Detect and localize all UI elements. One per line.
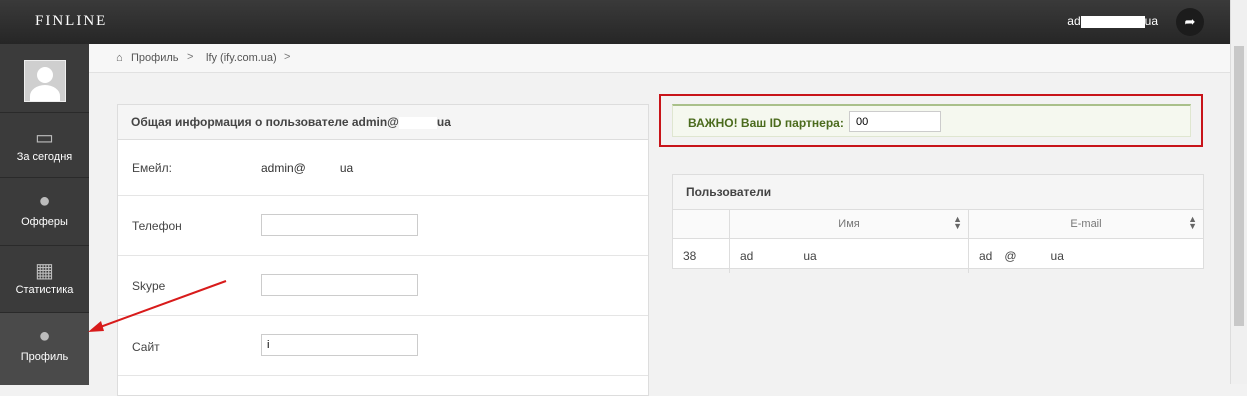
table-row[interactable]: 38 ad ua ad @ ua — [673, 238, 1204, 274]
email-suffix: ua — [339, 161, 354, 175]
redaction — [1080, 15, 1145, 28]
users-panel-title: Пользователи — [673, 175, 1203, 210]
sidebar-item-label: Статистика — [15, 284, 74, 296]
partner-id-notice: ВАЖНО! Ваш ID партнера: — [672, 104, 1191, 137]
skype-label: Skype — [132, 279, 166, 293]
user-menu[interactable]: ad ua — [1067, 14, 1158, 28]
breadcrumb-separator: > — [284, 51, 291, 63]
redaction — [753, 250, 804, 263]
sidebar-item-label: Офферы — [21, 216, 68, 228]
cell-name: ad ua — [729, 238, 969, 273]
user-email-suffix: ua — [1144, 14, 1158, 28]
column-header-name-label: Имя — [838, 218, 860, 230]
skype-input[interactable] — [261, 274, 418, 296]
email-prefix: admin@ — [261, 161, 306, 175]
breadcrumb-current[interactable]: lfy (ify.com.ua) — [206, 52, 277, 64]
column-header-id[interactable] — [673, 210, 730, 239]
site-input[interactable] — [261, 334, 418, 356]
profile-panel: Общая информация о пользователе admin@ ua… — [117, 104, 649, 396]
partner-id-field[interactable] — [849, 111, 941, 132]
sidebar-item-profile[interactable]: ● Профиль — [0, 312, 89, 385]
avatar-shoulders — [30, 85, 60, 101]
site-row: Сайт — [118, 315, 648, 376]
user-email-prefix: ad — [1067, 14, 1081, 28]
breadcrumb-profile[interactable]: Профиль — [131, 52, 179, 64]
email-prefix: ad — [979, 249, 993, 263]
scrollbar-thumb[interactable] — [1234, 46, 1244, 326]
share-arrow-icon[interactable]: ➦ — [1176, 8, 1204, 36]
next-row — [118, 375, 648, 396]
profile-panel-title: Общая информация о пользователе admin@ ua — [118, 105, 648, 140]
highlight-frame: ВАЖНО! Ваш ID партнера: — [659, 94, 1203, 147]
home-icon[interactable]: ⌂ — [116, 52, 123, 64]
column-header-email[interactable]: E-mail ▲ ▼ — [968, 210, 1203, 239]
name-prefix: ad — [740, 249, 754, 263]
sort-icon[interactable]: ▲ ▼ — [1188, 215, 1197, 231]
phone-input[interactable] — [261, 214, 418, 236]
phone-row: Телефон — [118, 195, 648, 256]
email-label: Емейл: — [132, 161, 172, 175]
cell-id: 38 — [673, 238, 730, 273]
top-bar: FINLINE ad ua ➦ — [0, 0, 1230, 44]
users-panel: Пользователи Имя ▲ ▼ E-mail ▲ ▼ 38 ad ua ad @ u… — [672, 174, 1204, 273]
redaction — [992, 250, 1005, 263]
sidebar-item-stats[interactable]: ▦ Статистика — [0, 245, 89, 310]
sidebar-item-today[interactable]: ▭ За сегодня — [0, 112, 89, 177]
email-row: Емейл: admin@ ua — [118, 140, 648, 195]
lightbulb-icon: ● — [38, 190, 51, 212]
sidebar-item-label: За сегодня — [16, 151, 73, 163]
bar-chart-icon: ▦ — [35, 260, 54, 282]
name-suffix: ua — [803, 249, 817, 263]
monitor-icon: ▭ — [35, 127, 54, 149]
email-value: admin@ ua — [261, 161, 353, 175]
skype-row: Skype — [118, 255, 648, 316]
redaction — [305, 162, 340, 175]
breadcrumb: ⌂ Профиль > lfy (ify.com.ua) > — [89, 44, 1230, 73]
panel-title-suffix: ua — [436, 115, 451, 129]
breadcrumb-separator: > — [187, 51, 194, 63]
column-header-name[interactable]: Имя ▲ ▼ — [729, 210, 969, 239]
sort-icon[interactable]: ▲ ▼ — [953, 215, 962, 231]
phone-label: Телефон — [132, 219, 182, 233]
panel-title-text: Общая информация о пользователе admin@ — [131, 115, 399, 129]
brand-logo[interactable]: FINLINE — [35, 13, 107, 30]
main-content: ⌂ Профиль > lfy (ify.com.ua) > Общая инф… — [89, 44, 1230, 396]
sidebar: ▭ За сегодня ● Офферы ▦ Статистика ● Про… — [0, 44, 89, 385]
column-header-email-label: E-mail — [1070, 218, 1102, 230]
redaction — [398, 116, 437, 129]
cell-email: ad @ ua — [969, 239, 1204, 274]
notice-text: ВАЖНО! Ваш ID партнера: — [688, 116, 844, 130]
email-at: @ — [1004, 249, 1017, 263]
avatar-head — [37, 67, 53, 83]
email-suffix: ua — [1050, 249, 1064, 263]
site-label: Сайт — [132, 340, 160, 354]
users-table: Имя ▲ ▼ E-mail ▲ ▼ 38 ad ua ad @ ua — [673, 210, 1203, 273]
user-icon: ● — [38, 325, 51, 347]
sidebar-item-label: Профиль — [20, 351, 69, 363]
redaction — [1016, 250, 1051, 263]
sidebar-item-offers[interactable]: ● Офферы — [0, 177, 89, 242]
scrollbar[interactable] — [1230, 0, 1247, 384]
avatar[interactable] — [24, 60, 66, 102]
